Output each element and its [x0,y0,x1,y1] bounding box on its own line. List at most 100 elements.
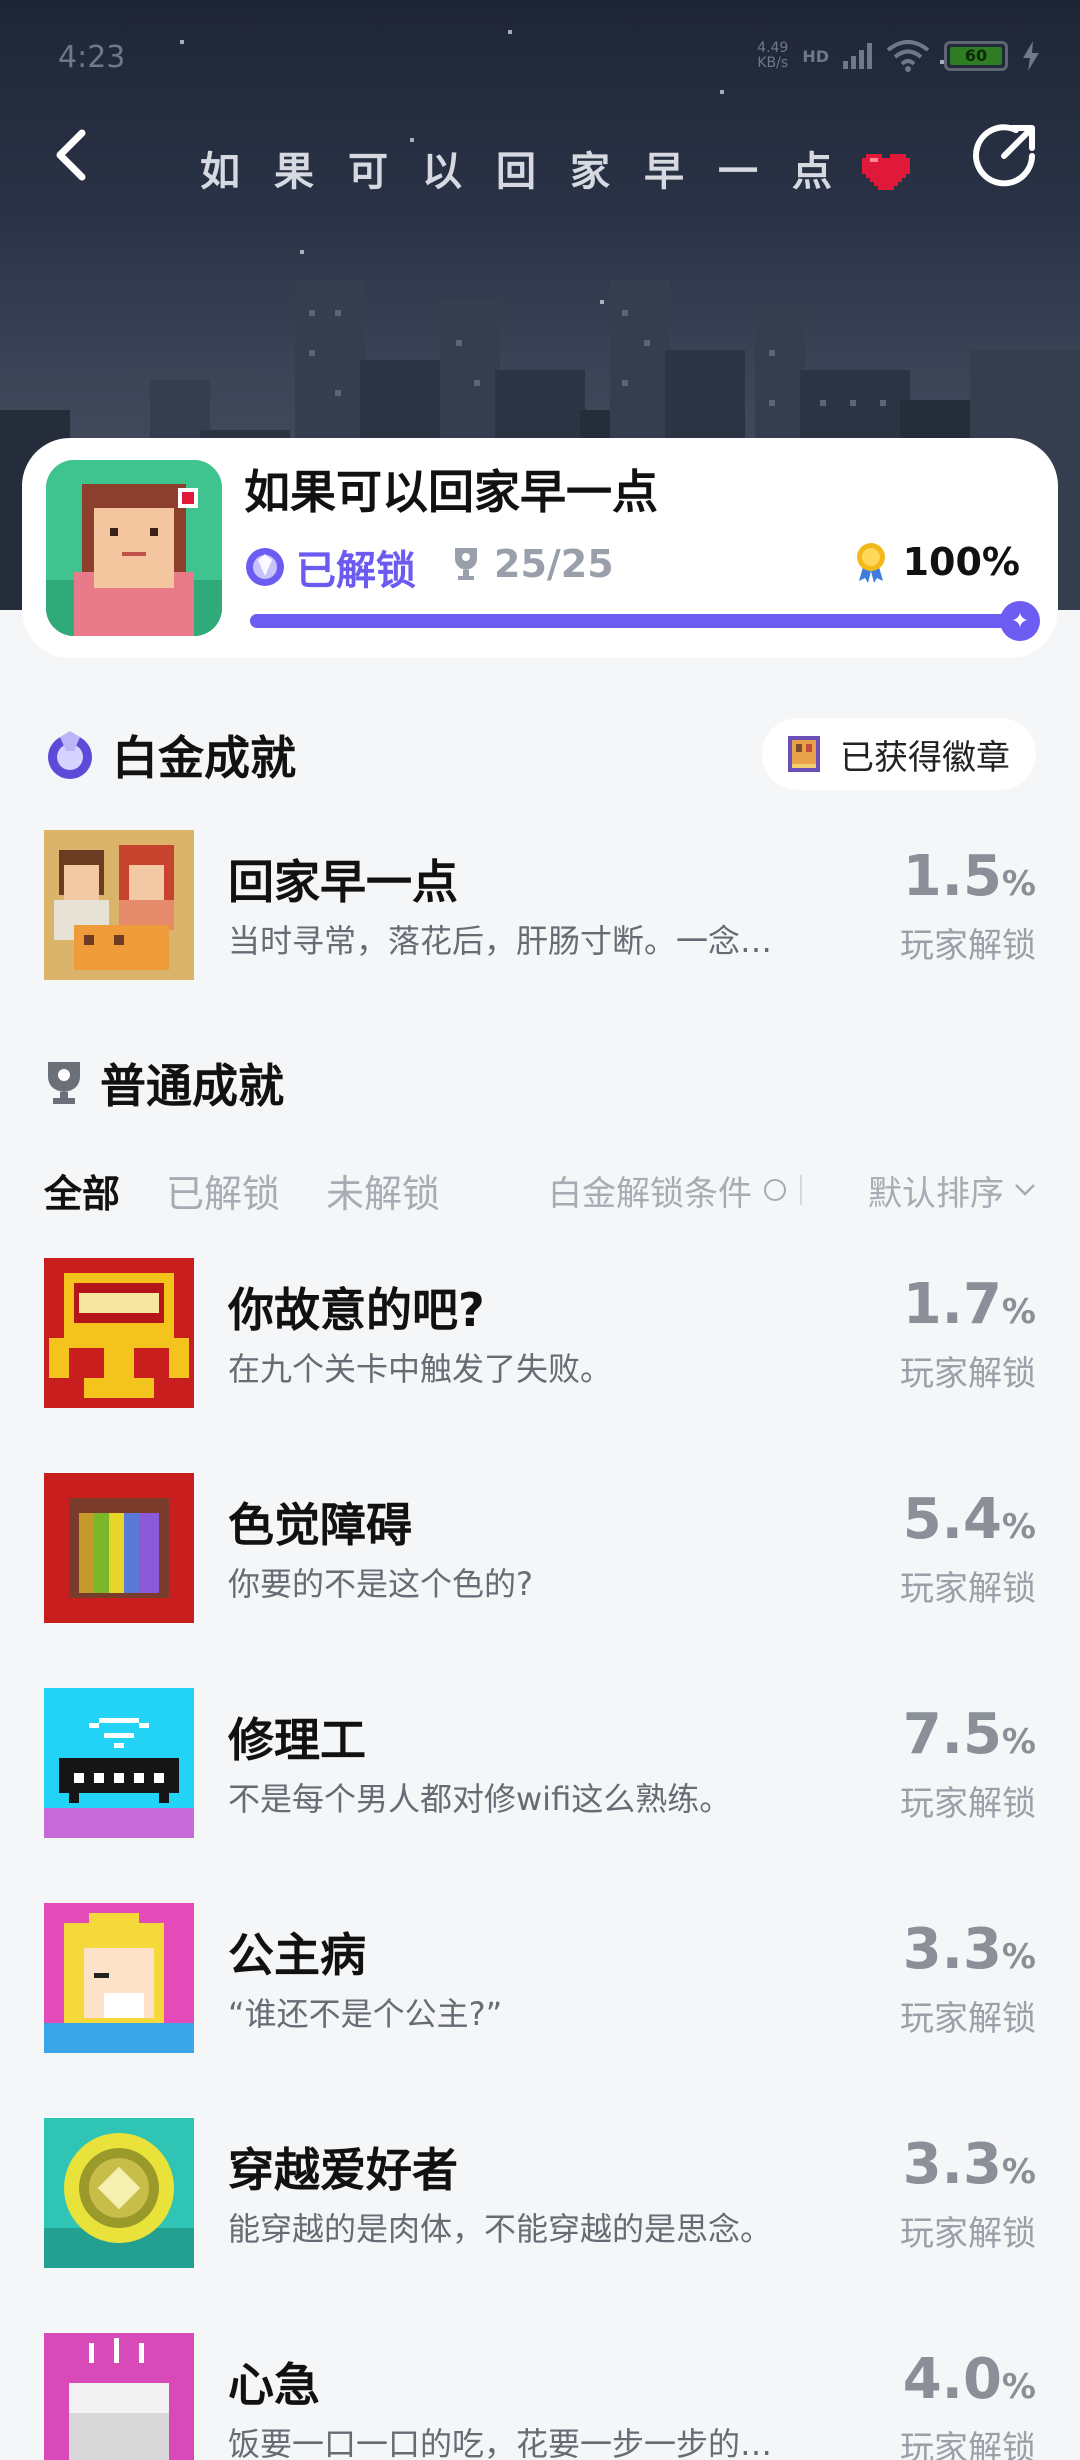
unlock-rate: 3.3% [903,2132,1036,2197]
unlock-rate-unit: % [1001,2152,1036,2192]
unlock-status: 已解锁 [244,538,416,596]
achievement-name: 心急 [228,2358,320,2412]
unlock-rate: 7.5% [903,1702,1036,1767]
princess-icon [44,1903,194,2053]
trophy-count-value: 25/25 [494,542,614,586]
unlock-rate-label: 玩家解锁 [900,1999,1036,2039]
network-type: HD [802,46,829,66]
unlock-rate: 5.4% [903,1487,1036,1552]
color-swatch-icon [44,1473,194,1623]
unlock-rate-value: 5.4 [902,1487,1002,1552]
achievement-description: 当时寻常，落花后，肝肠寸断。一念… [228,922,773,960]
platinum-condition-toggle[interactable]: 白金解锁条件 [548,1166,786,1215]
pixel-title-char: 点 [792,149,836,195]
fail-trophy-icon [44,1258,194,1408]
tab-unlocked[interactable]: 已解锁 [166,1163,280,1218]
achievement-icon [44,2333,194,2460]
family-cat-icon [44,830,194,980]
achievement-filter-bar: 全部 已解锁 未解锁 白金解锁条件 默认排序 [44,1160,1036,1220]
sort-dropdown[interactable]: 默认排序 [868,1166,1036,1215]
chevron-left-icon [56,129,86,181]
status-bar: 4:23 4.49 KB/s HD 60 [58,40,1040,80]
platinum-trophy-icon [246,548,284,586]
unlock-rate-label: 玩家解锁 [900,1569,1036,1609]
achievement-name: 色觉障碍 [228,1498,412,1552]
achievement-item[interactable]: 公主病 “谁还不是个公主?” 3.3% 玩家解锁 [44,1903,1036,2053]
achievement-description: 饭要一口一口的吃，花要一步一步的… [228,2425,773,2460]
share-icon [973,124,1035,187]
game-cover-image[interactable] [46,460,222,636]
pixel-logo-title: 如果可以回家早一点 [200,138,836,198]
game-cover-art [46,460,222,636]
platinum-achievement-item[interactable]: 回家早一点 当时寻常，落花后，肝肠寸断。一念… 1.5% 玩家解锁 [44,830,1036,980]
unlock-rate-unit: % [1001,864,1036,904]
platinum-section-title: 白金成就 [44,722,296,788]
unlock-rate-label: 玩家解锁 [900,1354,1036,1394]
medal-icon [856,543,885,583]
achievement-item[interactable]: 你故意的吧? 在九个关卡中触发了失败。 1.7% 玩家解锁 [44,1258,1036,1408]
achievement-item[interactable]: 穿越爱好者 能穿越的是肉体，不能穿越的是思念。 3.3% 玩家解锁 [44,2118,1036,2268]
charging-icon [1023,41,1039,71]
unlock-rate: 3.3% [903,1917,1036,1982]
unlock-rate-unit: % [1001,1292,1036,1332]
star-decoration [600,300,604,304]
achievement-icon [44,1473,194,1623]
star-decoration [508,30,512,34]
completion-progress-bar: ✦ [250,601,1040,641]
back-button[interactable] [40,120,100,190]
normal-section-label: 普通成就 [100,1059,284,1113]
pixel-title-char: 果 [274,149,318,195]
platinum-condition-label: 白金解锁条件 [548,1173,752,1214]
achievement-name: 穿越爱好者 [228,2143,458,2197]
achievement-description: 能穿越的是肉体，不能穿越的是思念。 [228,2210,773,2248]
trophy-count: 25/25 [452,542,614,586]
achievement-item[interactable]: 修理工 不是每个男人都对修wifi这么熟练。 7.5% 玩家解锁 [44,1688,1036,1838]
achievement-icon [44,830,194,980]
share-button[interactable] [970,120,1040,190]
unlock-rate-value: 7.5 [902,1702,1002,1767]
achievement-icon [44,2118,194,2268]
pixel-title-char: 回 [496,149,540,195]
sparkle-icon: ✦ [1000,601,1040,641]
unlock-rate-value: 3.3 [902,2132,1002,2197]
radio-circle-icon [764,1179,786,1201]
pixel-title-char: 以 [422,149,466,195]
achievement-name: 公主病 [228,1928,366,1982]
tab-locked[interactable]: 未解锁 [326,1163,440,1218]
achievement-name: 你故意的吧? [228,1283,485,1337]
unlock-status-label: 已解锁 [296,548,416,594]
achievement-icon [44,1903,194,2053]
status-icons: 4.49 KB/s HD 60 [757,40,1040,72]
achievement-description: 在九个关卡中触发了失败。 [228,1350,613,1388]
completion-percent: 100% [853,540,1020,584]
achievement-item[interactable]: 色觉障碍 你要的不是这个色的? 5.4% 玩家解锁 [44,1473,1036,1623]
pixel-title-char: 可 [348,149,392,195]
unlock-rate-unit: % [1001,1507,1036,1547]
unlock-rate-value: 1.7 [902,1272,1002,1337]
unlock-rate-unit: % [1001,1937,1036,1977]
wifi-icon [886,40,930,72]
network-speed-value: 4.49 [757,40,789,56]
star-decoration [720,90,724,94]
trophy-icon [455,548,477,580]
tab-all[interactable]: 全部 [44,1163,120,1218]
trophy-icon [48,1062,80,1104]
normal-section-title: 普通成就 [44,1050,284,1116]
pixel-title-char: 一 [718,149,762,195]
platinum-section-label: 白金成就 [112,731,296,785]
unlock-rate-label: 玩家解锁 [900,926,1036,966]
unlock-rate: 4.0% [903,2347,1036,2412]
achievement-description: 不是每个男人都对修wifi这么熟练。 [228,1780,732,1818]
unlock-rate: 1.7% [903,1272,1036,1337]
earned-badge-button[interactable]: 已获得徽章 [762,718,1036,790]
steaming-food-icon [44,2333,194,2460]
network-speed-unit: KB/s [757,55,789,71]
completion-value: 100% [902,540,1020,584]
earned-badge-label: 已获得徽章 [840,737,1010,778]
unlock-rate-unit: % [1001,1722,1036,1762]
unlock-rate-unit: % [1001,2367,1036,2407]
achievement-name: 回家早一点 [228,855,458,909]
unlock-rate-label: 玩家解锁 [900,2214,1036,2254]
achievement-item[interactable]: 心急 饭要一口一口的吃，花要一步一步的… 4.0% 玩家解锁 [44,2333,1036,2460]
achievement-description: 你要的不是这个色的? [228,1565,533,1603]
